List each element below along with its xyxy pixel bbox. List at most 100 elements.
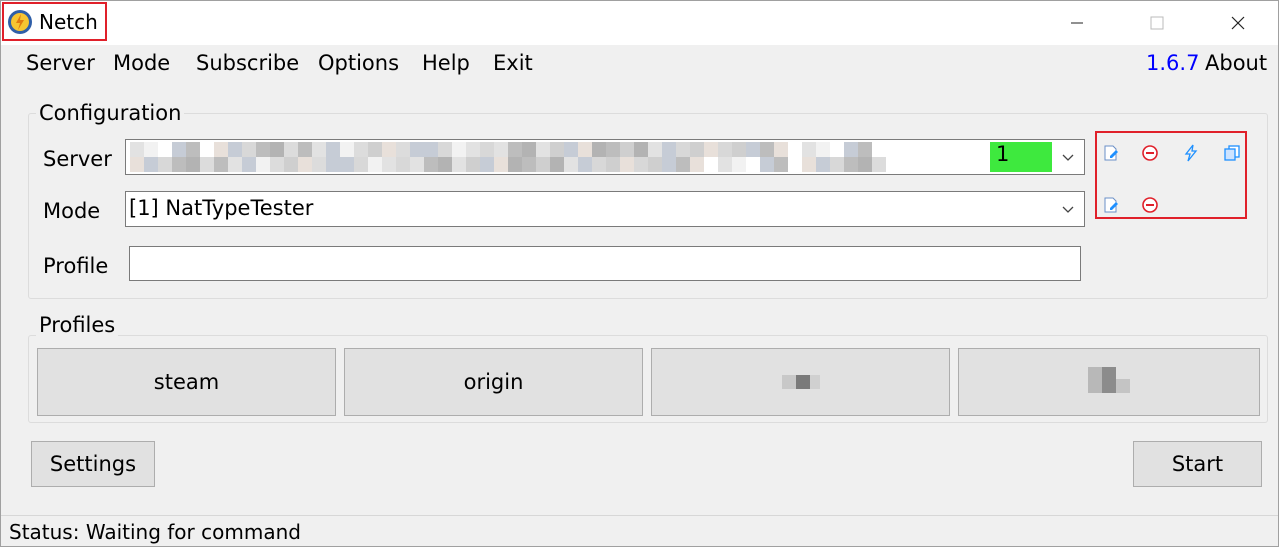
menu-exit[interactable]: Exit [493, 51, 533, 75]
obscured-pixel [298, 157, 312, 172]
obscured-pixel [858, 157, 872, 172]
settings-button[interactable]: Settings [31, 441, 155, 487]
obscured-pixel [592, 142, 606, 157]
delete-mode-icon[interactable] [1140, 195, 1160, 215]
obscured-pixel [312, 142, 326, 157]
obscured-pixel [368, 142, 382, 157]
obscured-pixel [130, 142, 144, 157]
server-name-obscured [130, 142, 890, 172]
obscured-pixel [676, 157, 690, 172]
obscured-pixel [256, 142, 270, 157]
menu-server[interactable]: Server [26, 51, 95, 75]
obscured-pixel [578, 157, 592, 172]
mode-dropdown[interactable]: [1] NatTypeTester [125, 191, 1085, 227]
menu-mode[interactable]: Mode [113, 51, 170, 75]
obscured-pixel [788, 142, 802, 157]
start-button[interactable]: Start [1133, 441, 1262, 487]
obscured-pixel [606, 157, 620, 172]
edit-server-icon[interactable] [1101, 143, 1121, 163]
version-link[interactable]: 1.6.7 [1146, 51, 1199, 75]
obscured-pixel [242, 142, 256, 157]
obscured-pixel [410, 157, 424, 172]
obscured-pixel [508, 142, 522, 157]
obscured-pixel [298, 142, 312, 157]
obscured-pixel [340, 157, 354, 172]
server-label: Server [43, 147, 112, 171]
obscured-pixel [494, 142, 508, 157]
obscured-pixel [452, 157, 466, 172]
profile-button-4-obscured [1088, 366, 1130, 398]
obscured-pixel [424, 142, 438, 157]
obscured-pixel [172, 157, 186, 172]
obscured-pixel [284, 142, 298, 157]
obscured-pixel [690, 157, 704, 172]
status-bar: Status: Waiting for command [1, 515, 1278, 546]
obscured-pixel [438, 157, 452, 172]
obscured-pixel [326, 142, 340, 157]
edit-mode-icon[interactable] [1101, 195, 1121, 215]
title-highlight: Netch [2, 2, 107, 41]
server-dropdown[interactable]: 1 [125, 139, 1085, 175]
menu-options[interactable]: Options [318, 51, 399, 75]
obscured-pixel [830, 142, 844, 157]
obscured-pixel [130, 157, 144, 172]
minimize-button[interactable] [1054, 1, 1100, 45]
obscured-pixel [186, 157, 200, 172]
profile-button-4[interactable] [958, 348, 1260, 416]
obscured-pixel [522, 142, 536, 157]
obscured-pixel [536, 157, 550, 172]
obscured-pixel [424, 157, 438, 172]
menu-bar: Server Mode Subscribe Options Help Exit … [1, 45, 1278, 85]
obscured-pixel [452, 142, 466, 157]
obscured-pixel [816, 142, 830, 157]
obscured-pixel [340, 142, 354, 157]
obscured-pixel [872, 142, 886, 157]
obscured-pixel [466, 142, 480, 157]
chevron-down-icon[interactable] [1060, 146, 1076, 162]
configuration-group-label: Configuration [36, 101, 185, 125]
maximize-button[interactable] [1134, 1, 1180, 45]
obscured-pixel [214, 142, 228, 157]
netch-window: Netch Server Mode Subscribe Options Help… [0, 0, 1279, 547]
obscured-pixel [144, 142, 158, 157]
obscured-pixel [382, 142, 396, 157]
obscured-pixel [802, 142, 816, 157]
obscured-pixel [564, 157, 578, 172]
chevron-down-icon[interactable] [1060, 198, 1076, 214]
obscured-pixel [662, 157, 676, 172]
obscured-pixel [746, 142, 760, 157]
obscured-pixel [228, 142, 242, 157]
obscured-pixel [718, 157, 732, 172]
obscured-pixel [620, 157, 634, 172]
obscured-pixel [410, 142, 424, 157]
obscured-pixel [522, 157, 536, 172]
title-bar: Netch [1, 1, 1278, 45]
obscured-pixel [214, 157, 228, 172]
obscured-pixel [158, 157, 172, 172]
menu-subscribe[interactable]: Subscribe [196, 51, 299, 75]
obscured-pixel [508, 157, 522, 172]
obscured-pixel [228, 157, 242, 172]
delete-server-icon[interactable] [1140, 143, 1160, 163]
status-text: Status: Waiting for command [9, 520, 301, 544]
obscured-pixel [704, 157, 718, 172]
speed-test-icon[interactable] [1181, 143, 1201, 163]
menu-help[interactable]: Help [422, 51, 470, 75]
obscured-pixel [158, 142, 172, 157]
profile-name-input[interactable] [129, 246, 1081, 281]
menu-about[interactable]: About [1205, 51, 1267, 75]
obscured-pixel [200, 157, 214, 172]
obscured-pixel [200, 142, 214, 157]
obscured-pixel [326, 157, 340, 172]
netch-logo-icon [7, 9, 33, 35]
obscured-pixel [270, 157, 284, 172]
obscured-pixel [620, 142, 634, 157]
profile-button-2[interactable]: origin [344, 348, 643, 416]
obscured-pixel [564, 142, 578, 157]
profile-button-3[interactable] [651, 348, 950, 416]
profile-button-1[interactable]: steam [37, 348, 336, 416]
obscured-pixel [312, 157, 326, 172]
obscured-pixel [396, 142, 410, 157]
copy-server-icon[interactable] [1222, 143, 1242, 163]
close-button[interactable] [1215, 1, 1261, 45]
